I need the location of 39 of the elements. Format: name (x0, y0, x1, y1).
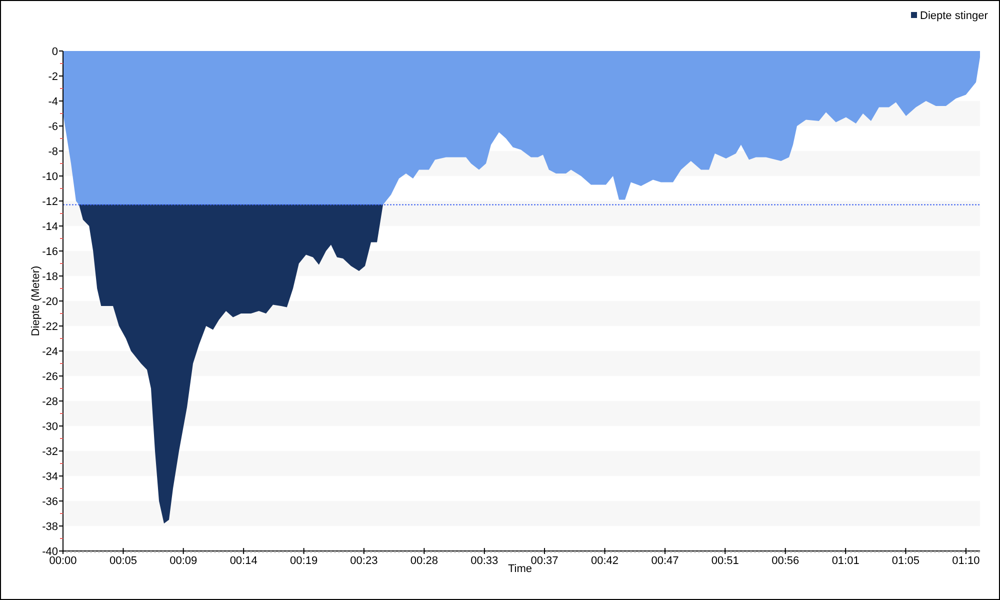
x-tick-label: 00:14 (230, 555, 258, 567)
y-tick-label: -12 (42, 196, 58, 208)
x-tick-label: 00:33 (470, 555, 498, 567)
y-tick-label: -32 (42, 446, 58, 458)
x-tick-label: 00:09 (170, 555, 198, 567)
y-tick-label: -14 (42, 221, 58, 233)
x-tick-label: 01:05 (892, 555, 920, 567)
x-tick-label: 00:37 (530, 555, 558, 567)
y-tick-label: -24 (42, 346, 58, 358)
legend-label: Diepte stinger (920, 10, 988, 22)
y-tick-label: -2 (48, 71, 58, 83)
x-tick-label: 00:23 (350, 555, 378, 567)
y-tick-label: -6 (48, 121, 58, 133)
y-tick-label: -8 (48, 146, 58, 158)
x-tick-label: 00:28 (410, 555, 438, 567)
y-tick-label: -16 (42, 246, 58, 258)
y-tick-label: -38 (42, 521, 58, 533)
y-tick-label: -22 (42, 321, 58, 333)
x-tick-label: 00:42 (591, 555, 619, 567)
y-tick-label: -28 (42, 396, 58, 408)
x-axis-title: Time (508, 563, 532, 575)
x-tick-label: 00:05 (109, 555, 137, 567)
x-tick-label: 00:47 (651, 555, 679, 567)
y-tick-label: -10 (42, 171, 58, 183)
x-tick-label: 00:19 (290, 555, 318, 567)
x-tick-label: 01:01 (832, 555, 860, 567)
y-tick-label: -30 (42, 421, 58, 433)
y-tick-label: -18 (42, 271, 58, 283)
y-tick-label: -26 (42, 371, 58, 383)
y-tick-label: -4 (48, 96, 58, 108)
y-axis-title: Diepte (Meter) (30, 266, 42, 336)
y-tick-label: -36 (42, 496, 58, 508)
x-tick-label: 00:00 (49, 555, 77, 567)
x-tick-label: 00:56 (772, 555, 800, 567)
y-tick-label: -20 (42, 296, 58, 308)
y-tick-label: -34 (42, 471, 58, 483)
x-tick-label: 00:51 (711, 555, 739, 567)
y-tick-label: 0 (52, 46, 58, 58)
x-tick-label: 01:10 (952, 555, 980, 567)
